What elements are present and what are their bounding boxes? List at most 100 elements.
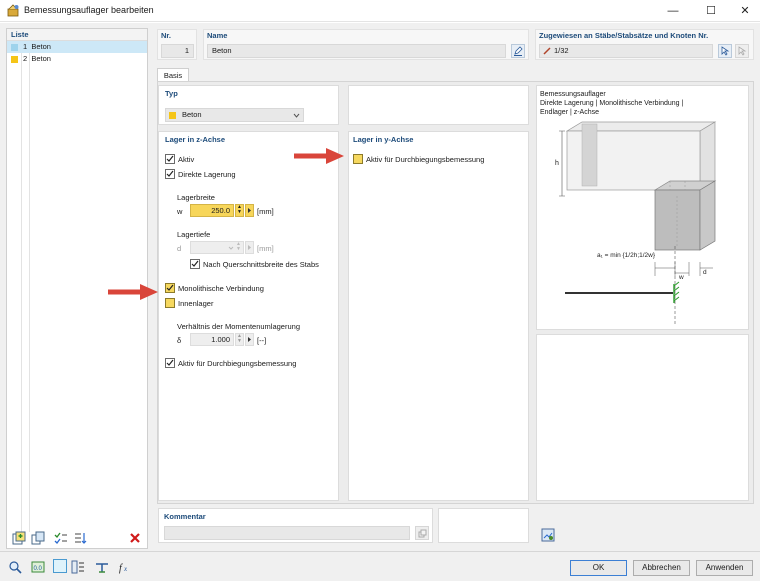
list-item-name: Beton <box>31 42 51 51</box>
direkte-lagerung-label: Direkte Lagerung <box>178 170 236 179</box>
kommentar-label: Kommentar <box>164 512 206 521</box>
color-swatch <box>11 55 18 63</box>
arrow-annotation-y <box>294 148 344 164</box>
svg-text:x: x <box>123 565 128 573</box>
search-icon[interactable] <box>7 559 23 575</box>
arrow-right-icon <box>248 208 251 213</box>
diagram-settings-icon[interactable] <box>540 527 556 543</box>
svg-text:0.0: 0.0 <box>34 566 43 572</box>
arrow-right-icon <box>248 245 251 250</box>
lagerbreite-spinner[interactable]: ▲ ▼ <box>235 204 244 217</box>
delete-icon[interactable] <box>127 530 143 546</box>
list-item[interactable]: 1 Beton <box>7 41 147 53</box>
nach-querschnitt-label: Nach Querschnittsbreite des Stabs <box>203 260 319 269</box>
cancel-button[interactable]: Abbrechen <box>633 560 690 576</box>
formula-icon[interactable]: fx <box>117 559 133 575</box>
chevron-down-icon <box>228 246 234 250</box>
delta-menu-button[interactable] <box>245 333 254 346</box>
delta-spinner[interactable]: ▲ ▼ <box>235 333 244 346</box>
select-members-button[interactable] <box>718 44 732 58</box>
assigned-group: Zugewiesen an Stäbe/Stabsätze und Knoten… <box>535 29 754 60</box>
check-icon <box>166 155 174 162</box>
check-list-icon[interactable] <box>53 530 69 546</box>
aktiv-checkbox[interactable] <box>165 154 175 164</box>
d-unit: [mm] <box>257 244 274 253</box>
durchbiegung-y-checkbox[interactable] <box>353 154 363 164</box>
nr-group: Nr. 1 <box>157 29 197 60</box>
nach-querschnitt-checkbox[interactable] <box>190 259 200 269</box>
kommentar-panel-right <box>438 508 529 543</box>
color-swatch <box>11 43 18 51</box>
lagerbreite-input[interactable]: 250.0 <box>190 204 234 217</box>
z-axis-header: Lager in z-Achse <box>165 135 226 144</box>
check-icon <box>166 359 174 366</box>
y-axis-header: Lager in y-Achse <box>353 135 414 144</box>
info-panel-lower <box>536 334 749 501</box>
nr-field[interactable]: 1 <box>161 44 194 58</box>
typ-color-swatch <box>169 112 176 119</box>
name-field[interactable]: Beton <box>207 44 506 58</box>
apply-button[interactable]: Anwenden <box>696 560 753 576</box>
y-axis-panel: Lager in y-Achse Aktiv für Durchbiegungs… <box>348 131 529 501</box>
aktiv-label: Aktiv <box>178 155 195 164</box>
svg-text:f: f <box>119 563 123 574</box>
new-item-icon[interactable] <box>11 530 27 546</box>
list: 1 Beton 2 Beton <box>7 41 147 65</box>
delta-symbol: δ <box>177 336 182 345</box>
lagerbreite-menu-button[interactable] <box>245 204 254 217</box>
typ-select[interactable]: Beton <box>165 108 304 122</box>
info-panel: Bemessungsauflager Direkte Lagerung | Mo… <box>536 85 749 330</box>
pick-icon <box>721 46 730 56</box>
delta-unit: [--] <box>257 336 267 345</box>
kommentar-options-button[interactable] <box>415 526 429 540</box>
check-icon <box>191 260 199 267</box>
durchbiegung-z-checkbox[interactable] <box>165 358 175 368</box>
edit-name-button[interactable] <box>511 44 525 58</box>
arrow-right-icon <box>248 337 251 342</box>
list-item[interactable]: 2 Beton <box>7 53 147 65</box>
structure-icon[interactable] <box>94 559 110 575</box>
kommentar-input[interactable] <box>164 526 410 540</box>
view-options-icon[interactable] <box>70 559 86 575</box>
delta-input[interactable]: 1.000 <box>190 333 234 346</box>
check-icon <box>166 284 174 291</box>
units-icon[interactable]: 0.0 <box>30 559 46 575</box>
list-item-name: Beton <box>31 54 51 63</box>
w-dim-label: w <box>678 274 684 281</box>
typ-panel: Typ Beton <box>158 85 339 125</box>
durchbiegung-z-label: Aktiv für Durchbiegungsbemessung <box>178 359 297 368</box>
bottom-divider <box>0 551 760 552</box>
innenlager-checkbox[interactable] <box>165 298 175 308</box>
durchbiegung-y-label: Aktiv für Durchbiegungsbemessung <box>366 155 485 164</box>
assigned-value: 1/32 <box>554 46 569 55</box>
lagertiefe-input[interactable]: ▲ ▼ <box>190 241 244 254</box>
list-item-num: 1 <box>23 42 28 51</box>
minimize-button[interactable]: — <box>656 0 690 22</box>
maximize-button[interactable]: ☐ <box>694 0 728 22</box>
close-window-button[interactable]: ✕ <box>728 0 760 22</box>
assigned-field[interactable]: 1/32 <box>539 44 713 58</box>
support-diagram: h a₁ = min {1/2h;1/2w} w d <box>555 121 717 324</box>
copy-item-icon[interactable] <box>30 530 46 546</box>
assigned-label: Zugewiesen an Stäbe/Stabsätze und Knoten… <box>539 31 709 40</box>
w-symbol: w <box>177 207 183 216</box>
ok-button[interactable]: OK <box>570 560 627 576</box>
innenlager-label: Innenlager <box>178 299 214 308</box>
typ-panel-right <box>348 85 529 125</box>
window-title: Bemessungsauflager bearbeiten <box>24 5 154 15</box>
lagertiefe-label: Lagertiefe <box>177 230 211 239</box>
lagertiefe-menu-button[interactable] <box>245 241 254 254</box>
list-item-num: 2 <box>23 54 28 63</box>
edit-icon <box>514 46 523 56</box>
direkte-lagerung-checkbox[interactable] <box>165 169 175 179</box>
select-nodes-button[interactable] <box>735 44 749 58</box>
name-label: Name <box>207 31 228 40</box>
app-icon <box>7 4 19 17</box>
monolithisch-checkbox[interactable] <box>165 283 175 293</box>
z-axis-panel: Lager in z-Achse Aktiv Direkte Lagerung … <box>158 131 339 501</box>
sort-list-icon[interactable] <box>72 530 88 546</box>
tab-basis[interactable]: Basis <box>157 68 189 82</box>
nr-label: Nr. <box>161 31 172 40</box>
lagerbreite-label: Lagerbreite <box>177 193 215 202</box>
color-selection-icon[interactable] <box>53 559 67 573</box>
